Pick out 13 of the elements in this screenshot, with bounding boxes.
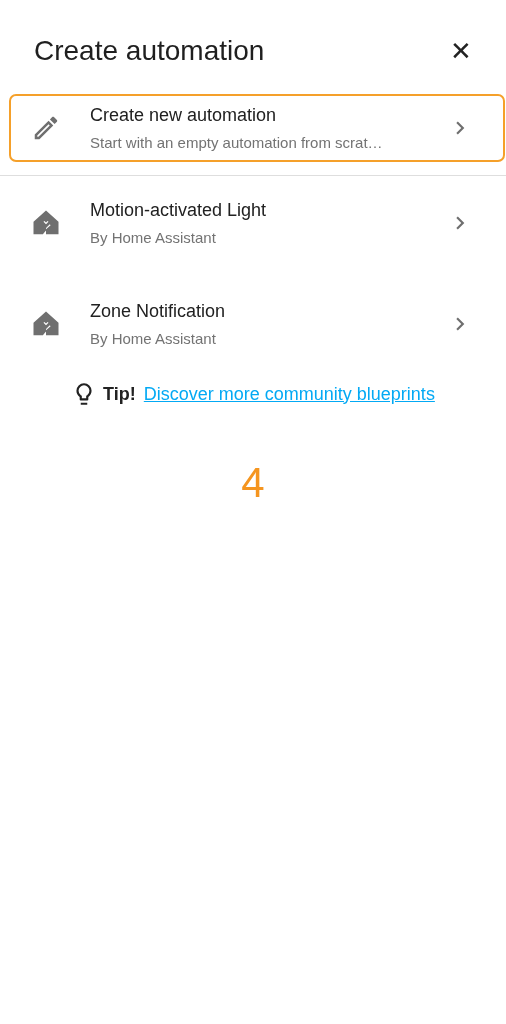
item-subtitle: By Home Assistant	[90, 229, 217, 246]
step-number: 4	[240, 459, 266, 507]
list-item[interactable]: Create new automation Start with an empty automation from scrat…	[9, 94, 505, 162]
dialog-title: Create automation	[34, 35, 265, 67]
item-title: Create new automation	[90, 105, 278, 126]
list-item[interactable]: Zone Notification By Home Assistant	[9, 290, 505, 358]
item-subtitle: By Home Assistant	[90, 330, 217, 347]
tip-label: Tip!	[103, 383, 136, 405]
item-subtitle: Start with an empty automation from scrat…	[90, 134, 384, 151]
item-title: Zone Notification	[90, 301, 227, 322]
close-button[interactable]: ✕	[446, 35, 476, 67]
list-item[interactable]: Motion-activated Light By Home Assistant	[9, 189, 505, 257]
item-title: Motion-activated Light	[90, 200, 268, 221]
